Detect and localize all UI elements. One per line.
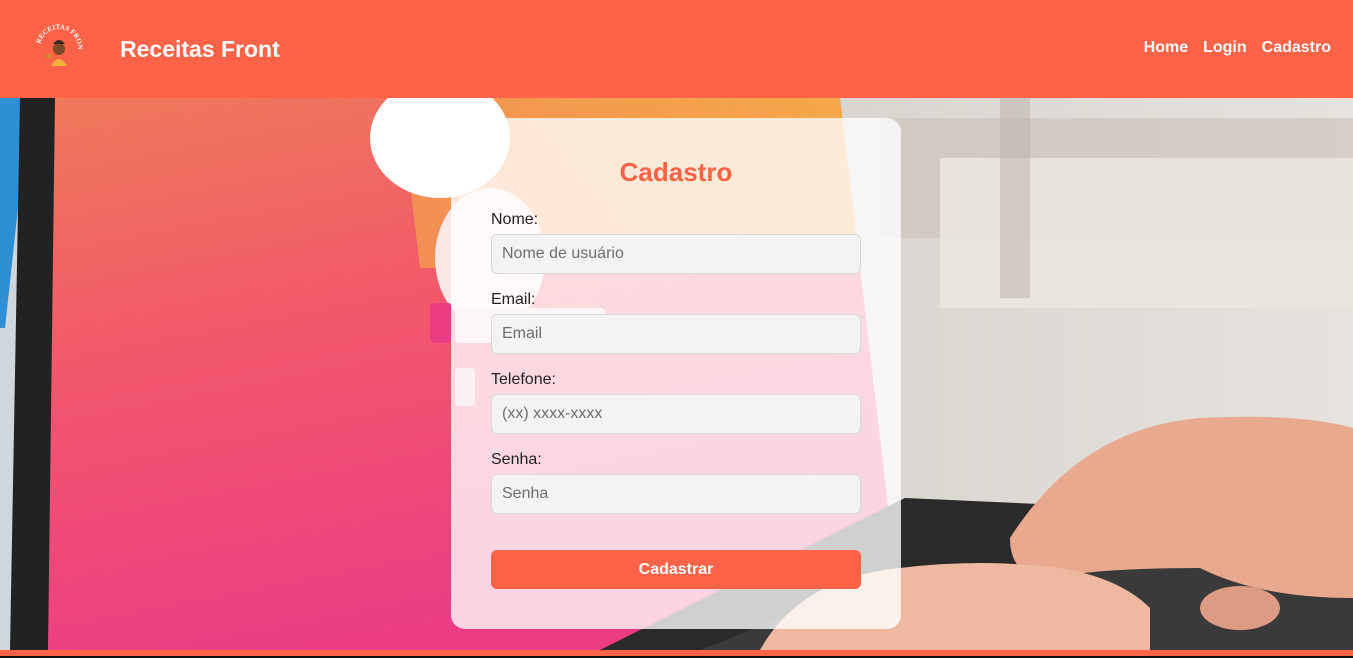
- email-input[interactable]: [491, 314, 861, 354]
- email-label: Email:: [491, 291, 536, 308]
- nav-link-home[interactable]: Home: [1144, 38, 1188, 58]
- signup-card: Cadastro Nome: Email: Telefone: Senha: C…: [451, 118, 901, 629]
- password-label: Senha:: [491, 451, 542, 468]
- brand-title[interactable]: Receitas Front: [120, 35, 280, 63]
- nav-link-login[interactable]: Login: [1203, 38, 1247, 58]
- chef-logo-icon[interactable]: RECEITAS FRONT: [30, 16, 86, 76]
- name-label: Nome:: [491, 211, 539, 228]
- main-nav: Home Login Cadastro: [1144, 38, 1331, 58]
- nav-link-cadastro[interactable]: Cadastro: [1262, 38, 1331, 58]
- phone-input[interactable]: [491, 394, 861, 434]
- name-input[interactable]: [491, 234, 861, 274]
- cadastrar-button[interactable]: Cadastrar: [491, 550, 861, 589]
- form-title: Cadastro: [619, 157, 733, 187]
- password-input[interactable]: [491, 474, 861, 514]
- phone-label: Telefone:: [491, 371, 556, 388]
- top-navbar: RECEITAS FRONT Receitas Front Home Login…: [0, 0, 1353, 98]
